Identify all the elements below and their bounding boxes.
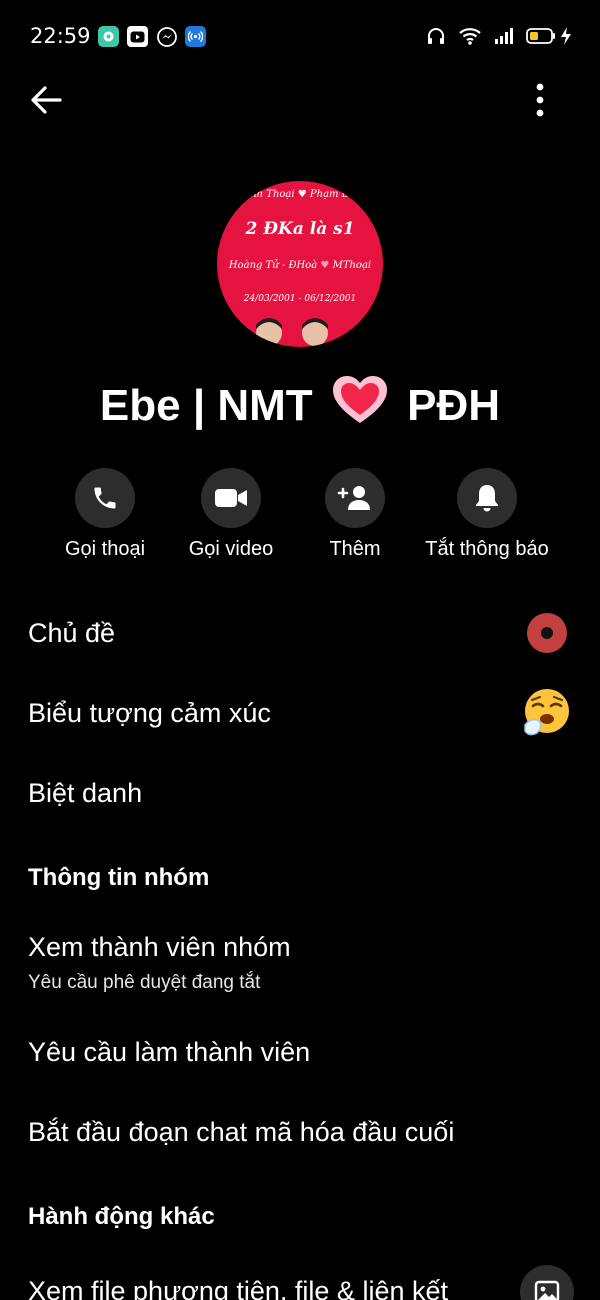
video-call-button[interactable]: Gọi video <box>180 468 282 561</box>
wifi-icon <box>459 28 481 45</box>
view-members-row[interactable]: Xem thành viên nhóm <box>28 932 291 963</box>
image-icon <box>534 1280 560 1300</box>
mute-notifications-label: Tắt thông báo <box>425 538 549 560</box>
messenger-icon <box>156 26 177 47</box>
video-call-label: Gọi video <box>188 538 274 560</box>
add-member-button[interactable]: Thêm <box>310 468 400 561</box>
group-avatar[interactable]: nh Thoại ♥ Phạm Đ 2 ĐKa là s1 Hoàng Tử -… <box>217 181 383 347</box>
more-options-button[interactable] <box>522 80 558 120</box>
video-icon <box>215 489 247 507</box>
phone-icon <box>94 487 116 509</box>
nicknames-row[interactable]: Biệt danh <box>28 778 142 809</box>
theme-row[interactable]: Chủ đề <box>28 618 115 649</box>
view-members-subtitle: Yêu cầu phê duyệt đang tắt <box>28 972 261 993</box>
group-name-left: Ebe | NMT <box>99 381 313 430</box>
avatar-photo <box>256 318 328 346</box>
youtube-icon <box>127 26 148 47</box>
hotspot-icon <box>185 26 206 47</box>
add-person-icon <box>337 486 370 510</box>
more-vertical-icon <box>536 83 544 117</box>
avatar-text: 2 ĐKa là s1 <box>245 219 355 239</box>
system-icons <box>426 26 572 46</box>
signal-icon <box>495 28 513 44</box>
add-member-label: Thêm <box>329 538 381 560</box>
view-media-row[interactable]: Xem file phương tiện, file & liên kết <box>28 1276 448 1300</box>
battery-icon <box>526 28 555 44</box>
avatar-text: nh Thoại ♥ Phạm Đ <box>250 189 350 200</box>
back-button[interactable] <box>26 80 66 120</box>
avatar-text: 24/03/2001 - 06/12/2001 <box>243 294 357 304</box>
member-requests-row[interactable]: Yêu cầu làm thành viên <box>28 1037 310 1068</box>
group-name-right: PĐH <box>407 381 501 430</box>
charging-icon <box>561 27 571 45</box>
theme-color-swatch[interactable] <box>527 613 567 653</box>
encrypted-chat-row[interactable]: Bắt đầu đoạn chat mã hóa đầu cuối <box>28 1117 454 1148</box>
headphones-icon <box>428 28 444 44</box>
emoji-row[interactable]: Biểu tượng cảm xúc <box>28 698 271 729</box>
avatar-text: Hoàng Tử - ĐHoà ♥ MThoại <box>228 260 372 271</box>
sneezing-face-emoji-icon[interactable] <box>521 687 573 739</box>
chat-app-icon <box>98 26 119 47</box>
mute-notifications-button[interactable]: Tắt thông báo <box>416 468 558 561</box>
notification-icons <box>98 26 206 47</box>
group-info-heading: Thông tin nhóm <box>28 864 210 891</box>
heart-emoji-icon <box>331 374 389 437</box>
voice-call-label: Gọi thoại <box>64 538 146 560</box>
status-bar: 22:59 <box>0 0 600 74</box>
other-actions-heading: Hành động khác <box>28 1203 215 1230</box>
view-media-button[interactable] <box>520 1265 574 1300</box>
voice-call-button[interactable]: Gọi thoại <box>60 468 150 561</box>
status-time: 22:59 <box>30 24 91 48</box>
bell-icon <box>476 485 498 512</box>
arrow-left-icon <box>31 86 62 114</box>
quick-actions: Gọi thoại Gọi video Thêm Tắt thông báo <box>0 468 600 568</box>
group-name: Ebe | NMT PĐH <box>0 374 600 437</box>
